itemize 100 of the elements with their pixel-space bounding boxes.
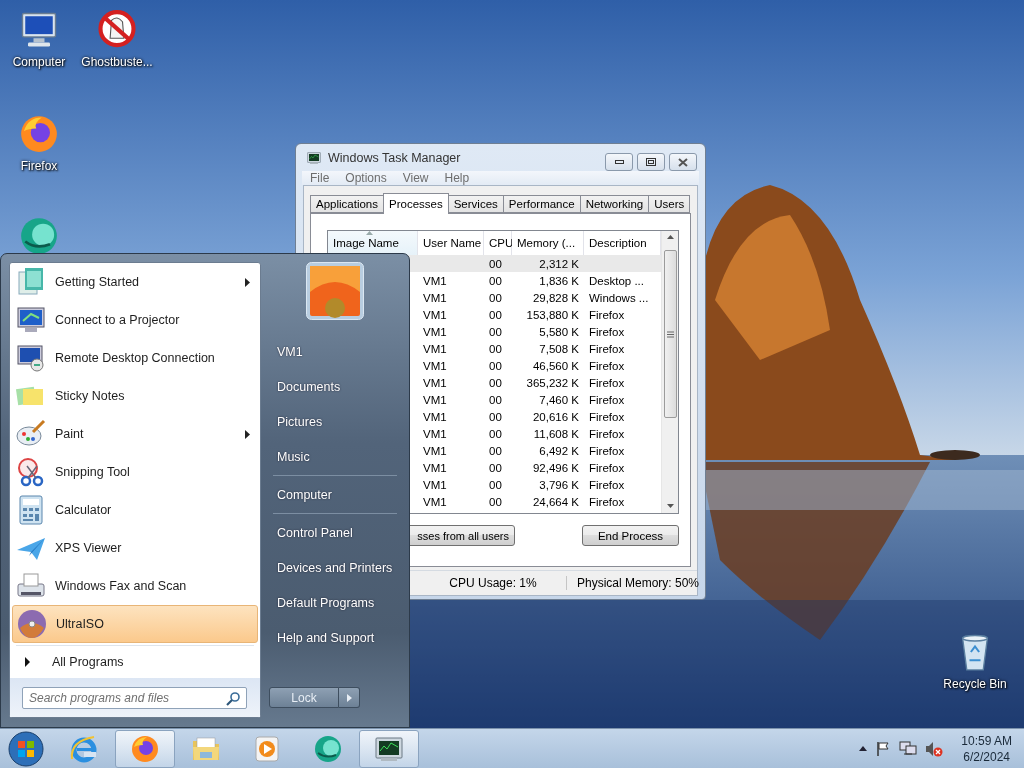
table-cell-text: VM1 <box>422 274 448 287</box>
table-cell-text: 00 <box>488 444 503 457</box>
maximize-button[interactable] <box>637 153 665 171</box>
table-cell-text: 7,508 K <box>538 342 580 355</box>
table-cell-text: Firefox <box>588 478 626 491</box>
grip-icon <box>666 330 674 338</box>
close-icon <box>678 157 688 167</box>
program-item[interactable]: Paint <box>12 415 258 453</box>
table-cell-text: 00 <box>488 308 503 321</box>
desktop-icon[interactable]: Computer <box>0 8 78 69</box>
program-item[interactable]: Connect to a Projector <box>12 301 258 339</box>
end-process-button[interactable]: End Process <box>582 525 679 546</box>
table-cell-text: VM1 <box>422 461 448 474</box>
desktop-icon[interactable]: Firefox <box>0 112 78 173</box>
sort-arrow-icon <box>366 231 373 235</box>
restore-icon <box>646 158 656 166</box>
start-menu-link[interactable]: Devices and Printers <box>269 550 397 585</box>
table-cell-text: 00 <box>488 410 503 423</box>
table-cell-text: 1,836 K <box>538 274 580 287</box>
tab[interactable]: Services <box>447 195 504 213</box>
flag-icon[interactable] <box>875 740 892 757</box>
table-cell-text: VM1 <box>422 342 448 355</box>
table-cell-text: 00 <box>488 427 503 440</box>
table-cell-text: 00 <box>488 257 503 270</box>
desktop-icon[interactable]: Ghostbuste... <box>78 8 156 69</box>
program-item[interactable]: Snipping Tool <box>12 453 258 491</box>
show-hidden-icons-icon[interactable] <box>859 746 868 751</box>
table-cell-text: Firefox <box>588 444 626 457</box>
arrow-icon <box>25 657 30 667</box>
network-icon[interactable] <box>899 740 918 757</box>
table-cell-text: 00 <box>488 393 503 406</box>
menu-item[interactable]: Help <box>444 171 470 185</box>
start-menu-link[interactable]: Default Programs <box>269 585 397 620</box>
shutdown-options-button[interactable] <box>339 687 360 708</box>
tab[interactable]: Users <box>648 195 691 213</box>
table-cell-text: 11,608 K <box>532 427 580 440</box>
table-cell-text: 20,616 K <box>531 410 580 423</box>
table-cell-text: 00 <box>488 274 503 287</box>
table-cell-text: VM1 <box>422 393 448 406</box>
table-cell-text: VM1 <box>422 410 448 423</box>
close-button[interactable] <box>669 153 697 171</box>
window-title: Windows Task Manager <box>328 150 462 165</box>
muted-speaker-icon[interactable] <box>925 740 944 757</box>
start-menu-link[interactable]: Pictures <box>269 404 397 439</box>
table-cell-text: 00 <box>488 461 503 474</box>
desktop-icon[interactable]: Recycle Bin <box>936 630 1014 691</box>
tab[interactable]: Applications <box>310 195 384 213</box>
status-text: CPU Usage: 1% <box>435 576 567 590</box>
table-cell-text: VM1 <box>422 291 448 304</box>
column-header[interactable]: Image Name <box>328 231 418 255</box>
program-item[interactable]: UltraISO <box>12 605 258 643</box>
table-cell-text: Firefox <box>588 495 626 508</box>
start-menu-link[interactable]: VM1 <box>269 334 397 369</box>
scrollbar[interactable] <box>661 231 678 513</box>
table-cell-text: 7,460 K <box>538 393 580 406</box>
tab[interactable]: Performance <box>502 195 581 213</box>
table-cell-text: 00 <box>488 495 503 508</box>
program-item[interactable]: Sticky Notes <box>12 377 258 415</box>
status-text: Physical Memory: 50% <box>576 576 697 590</box>
program-item[interactable]: Getting Started <box>12 263 258 301</box>
menu-item[interactable]: View <box>402 171 429 185</box>
clock[interactable]: 10:59 AM 6/2/2024 <box>961 732 1012 765</box>
table-cell-text: 29,828 K <box>531 291 580 304</box>
table-cell-text: 153,880 K <box>525 308 580 321</box>
table-cell-text: 00 <box>488 478 503 491</box>
table-cell-text: Firefox <box>588 393 626 406</box>
table-cell-text: Windows ... <box>588 291 650 304</box>
program-item[interactable]: Calculator <box>12 491 258 529</box>
tab[interactable]: Networking <box>579 195 650 213</box>
table-cell-text: 2,312 K <box>538 257 580 270</box>
table-cell-text: VM1 <box>422 495 448 508</box>
search-field[interactable]: Search programs and files <box>22 686 247 709</box>
column-header[interactable]: Memory (... <box>512 231 584 255</box>
table-cell-text: VM1 <box>422 325 448 338</box>
start-menu-link[interactable]: Music <box>269 439 397 474</box>
minimize-button[interactable] <box>605 153 633 171</box>
start-menu-link[interactable]: Computer <box>269 477 397 512</box>
table-cell-text: 00 <box>488 376 503 389</box>
monitor-icon <box>15 342 47 374</box>
table-cell-text: Firefox <box>588 461 626 474</box>
table-cell-text: Firefox <box>588 325 626 338</box>
program-item[interactable]: XPS Viewer <box>12 529 258 567</box>
table-cell-text: 00 <box>488 359 503 372</box>
menu-item[interactable]: File <box>310 171 330 185</box>
program-item[interactable]: Windows Fax and Scan <box>12 567 258 605</box>
start-button[interactable] <box>6 729 46 768</box>
taskbar-button[interactable] <box>359 729 419 768</box>
table-cell-text: 24,664 K <box>531 495 580 508</box>
table-cell-text: 6,492 K <box>538 444 580 457</box>
taskbar-button[interactable] <box>115 729 175 768</box>
table-cell-text: 00 <box>488 342 503 355</box>
program-item[interactable]: Remote Desktop Connection <box>12 339 258 377</box>
start-menu-link[interactable]: Help and Support <box>269 620 397 655</box>
minimize-icon <box>614 160 624 164</box>
tab[interactable]: Processes <box>383 193 449 214</box>
search-icon[interactable] <box>226 691 240 706</box>
menu-item[interactable]: Options <box>345 171 387 185</box>
table-cell-text: Desktop ... <box>588 274 645 287</box>
table-cell-text: 46,560 K <box>531 359 580 372</box>
start-menu-link[interactable]: Documents <box>269 369 397 404</box>
